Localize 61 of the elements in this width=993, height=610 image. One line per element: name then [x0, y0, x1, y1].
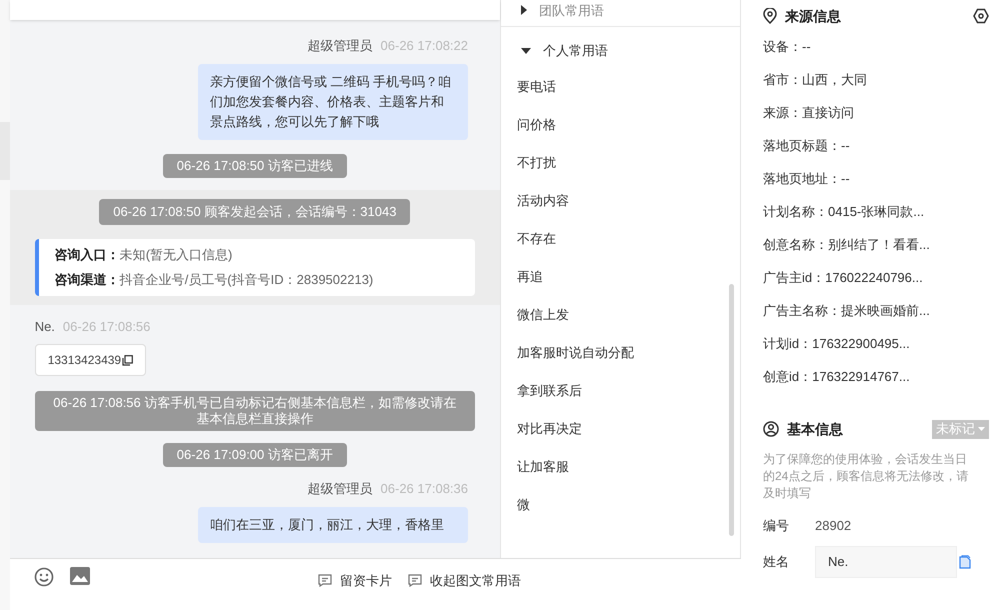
- phrase-group-header[interactable]: 个人常用语: [501, 41, 740, 60]
- message-bubble: 亲方便留个微信号或 二维码 手机号吗？咱们加您发套餐内容、价格表、主题客片和景点路线，您可以先了解下哦: [198, 64, 468, 140]
- message-time: 06-26 17:08:56: [62, 318, 150, 336]
- section-title: 来源信息: [785, 6, 841, 26]
- message-time: 06-26 17:08:36: [380, 480, 468, 498]
- info-row-text: 来源：直接访问: [763, 104, 855, 122]
- phrase-item[interactable]: 微: [517, 494, 740, 532]
- name-field[interactable]: Ne.: [815, 546, 957, 578]
- system-notice: 06-26 17:08:50 顾客发起会话，会话编号：31043: [99, 198, 410, 224]
- info-row-text: 广告主名称：提米映画婚前...: [763, 302, 931, 320]
- info-row-text: 设备：--: [763, 38, 812, 56]
- info-row-text: 省市：山西，大同: [763, 71, 868, 89]
- caret-down-icon: [978, 427, 985, 431]
- sender-name: 超级管理员: [308, 480, 373, 498]
- phrase-item[interactable]: 再追: [517, 266, 740, 304]
- phrase-item[interactable]: 微信上发: [517, 304, 740, 342]
- notice-text: 为了保障您的使用体验，会话发生当日的24点之后，顾客信息将无法修改，请及时填写: [763, 451, 970, 502]
- copy-icon[interactable]: [122, 354, 134, 366]
- phrase-item[interactable]: 拿到联系后: [517, 380, 740, 418]
- info-row-text: 广告主id：176022240796...: [763, 269, 924, 287]
- phrase-item[interactable]: 对比再决定: [517, 418, 740, 456]
- phrase-item[interactable]: 问价格: [517, 114, 740, 152]
- field-value: 28902: [815, 517, 852, 535]
- info-row-text: 计划名称：0415-张琳同款...: [763, 203, 926, 221]
- field-label: 编号: [763, 517, 790, 535]
- phrase-item[interactable]: 要电话: [517, 76, 740, 114]
- phrase-group-header[interactable]: 团队常用语: [501, 0, 604, 26]
- caret-right-icon: [521, 5, 527, 16]
- footer-button[interactable]: 留资卡片: [318, 571, 392, 590]
- phone-number: 13313423439: [48, 352, 122, 369]
- caret-down-icon: [521, 48, 531, 54]
- phrase-item[interactable]: 让加客服: [517, 456, 740, 494]
- info-row-text: 创意名称：别纠结了！看看...: [763, 236, 931, 254]
- info-row-text: 落地页标题：--: [763, 137, 851, 155]
- system-notice: 06-26 17:08:50 访客已进线: [162, 154, 347, 178]
- image-icon[interactable]: [70, 567, 90, 585]
- info-row-text: 创意id：176322914767...: [763, 368, 911, 386]
- phrase-item[interactable]: 不存在: [517, 228, 740, 266]
- info-row-text: 咨询渠道：抖音企业号/员工号(抖音号ID：2839502213): [54, 270, 374, 289]
- scrollbar[interactable]: [729, 284, 734, 536]
- location-pin-icon: [763, 8, 777, 24]
- message-time: 06-26 17:08:22: [380, 37, 468, 55]
- phrase-item[interactable]: 不打扰: [517, 152, 740, 190]
- footer-button[interactable]: 收起图文常用语: [408, 571, 521, 590]
- sender-name: 超级管理员: [308, 37, 373, 55]
- system-notice: 06-26 17:09:00 访客已离开: [162, 443, 347, 467]
- info-row-text: 咨询入口：未知(暂无入口信息): [54, 246, 234, 264]
- info-row-text: 计划id：176322900495...: [763, 335, 911, 353]
- phrase-item[interactable]: 加客服时说自动分配: [517, 342, 740, 380]
- phrase-item[interactable]: 活动内容: [517, 190, 740, 228]
- settings-icon[interactable]: [973, 8, 989, 24]
- message-icon: [318, 574, 332, 588]
- user-circle-icon: [763, 421, 779, 437]
- message-icon: [408, 574, 422, 588]
- emoji-icon[interactable]: [34, 567, 54, 587]
- section-title: 基本信息: [787, 420, 843, 438]
- info-row-text: 落地页地址：--: [763, 170, 851, 188]
- system-notice: 06-26 17:08:56 访客手机号已自动标记右侧基本信息栏，如需修改请在基本信息栏直接操作: [34, 391, 475, 431]
- field-label: 姓名: [763, 552, 790, 571]
- message-bubble: 咱们在三亚，厦门，丽江，大理，香格里: [198, 506, 468, 542]
- sender-name: Ne.: [34, 318, 55, 336]
